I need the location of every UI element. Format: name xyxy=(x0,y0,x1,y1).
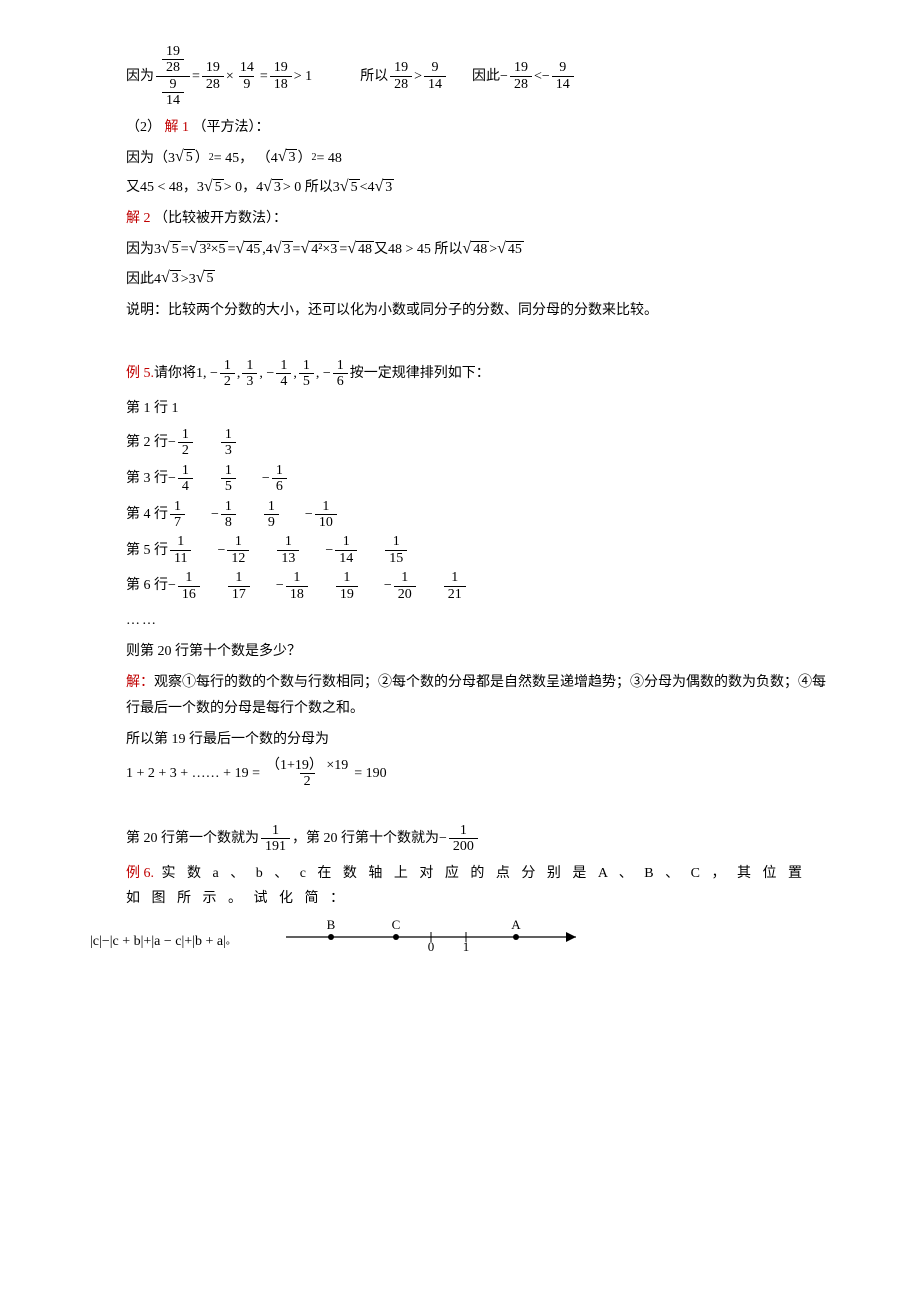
squares-line: 因为（ 3 √5 ）2 = 45， （ 4 √3 ）2 = 48 xyxy=(126,146,830,171)
solution-label: 解： xyxy=(126,675,154,690)
point-C: C xyxy=(392,917,401,932)
point-A: A xyxy=(511,917,521,932)
sol2-label: 解 2 （比较被开方数法）： xyxy=(126,206,830,231)
example-6: 例 6. 实 数 a 、 b 、 c 在 数 轴 上 对 应 的 点 分 别 是… xyxy=(126,861,830,911)
number-line-diagram: B C 0 1 A xyxy=(276,917,596,966)
radicand-compare: 因为 3√5 = √3²×5 = √45 , 4√3 = √4²×3 = √48… xyxy=(126,237,830,262)
row-5: 第 5 行 111 −112 113 −114 115 xyxy=(126,534,830,566)
big-fraction: 1928 914 xyxy=(156,44,190,109)
example-6-label: 例 6. xyxy=(126,866,154,881)
tick-0: 0 xyxy=(428,939,435,954)
solution-2-label: 解 2 xyxy=(126,211,151,226)
therefore-line: 因此 4√3 > 3√5 xyxy=(126,267,830,292)
example-5: 例 5. 请你将 1, − 12 , 13 , − 14 , 15 , − 16… xyxy=(126,358,830,390)
text: 因为 xyxy=(126,64,154,89)
so-row19: 所以第 19 行最后一个数的分母为 xyxy=(126,727,830,752)
compare-45-48: 又45 < 48， 3√5 > 0， 4√3 > 0 所以 3√5 < 4√3 xyxy=(126,175,830,200)
row-3: 第 3 行 −14 15 −16 xyxy=(126,463,830,495)
tick-1: 1 xyxy=(463,939,470,954)
ellipsis: …… xyxy=(126,608,830,633)
point-B: B xyxy=(327,917,336,932)
line-because-fraction: 因为 1928 914 = 1928 × 149 = 1918 > 1 所以 1… xyxy=(126,44,830,109)
example-5-label: 例 5. xyxy=(126,361,154,386)
question-row20: 则第 20 行第十个数是多少？ xyxy=(126,639,830,664)
row-6: 第 6 行 −116 117 −118 119 −120 121 xyxy=(126,570,830,602)
sum-formula: 1 + 2 + 3 + …… + 19 = （1+19） ×192 = 190 xyxy=(126,758,830,790)
solution-1-label: 解 1 xyxy=(165,120,190,135)
row-1: 第 1 行 1 xyxy=(126,396,830,421)
row20-answer: 第 20 行第一个数就为 1191 ，第 20 行第十个数就为 − 1200 xyxy=(126,823,830,855)
abs-expression: |c|−|c + b|+|a − c|+|b + a| xyxy=(90,929,226,954)
explanation: 说明：比较两个分数的大小，还可以化为小数或同分子的分数、同分母的分数来比较。 xyxy=(126,298,830,323)
observation: 解：观察①每行的数的个数与行数相同；②每个数的分母都是自然数呈递增趋势；③分母为… xyxy=(126,670,830,720)
row-4: 第 4 行 17 −18 19 −110 xyxy=(126,499,830,531)
example-6-expr-row: |c|−|c + b|+|a − c|+|b + a| 。 B C 0 1 A xyxy=(90,917,830,966)
part2-sol1-label: （2） 解 1 （平方法）： xyxy=(126,115,830,140)
row-2: 第 2 行 −12 13 xyxy=(126,427,830,459)
